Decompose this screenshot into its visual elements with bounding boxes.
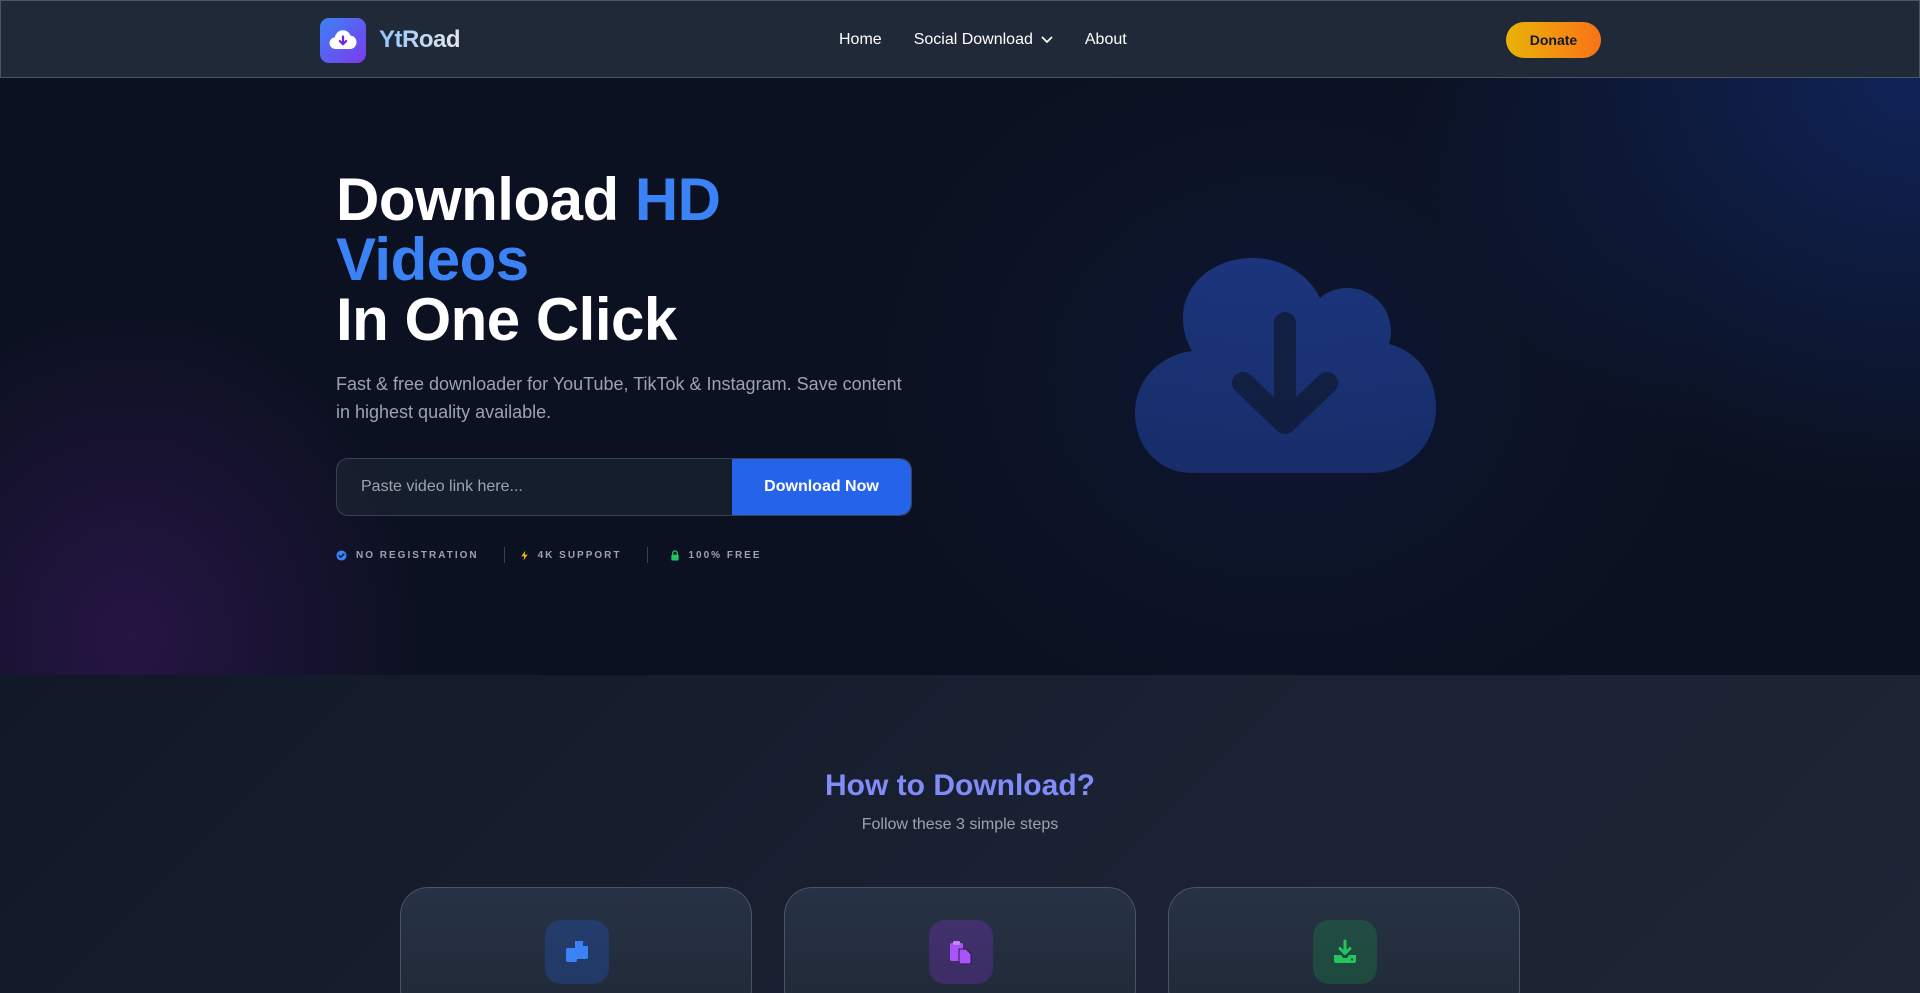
copy-icon [545,920,609,984]
brand[interactable]: YtRoad [320,17,461,63]
hero-title-accent-videos: Videos [336,226,529,293]
hero-title-line-1: Download HD [336,170,936,230]
cloud-download-icon [1135,258,1436,473]
brand-name: YtRoad [379,26,461,53]
feature-no-registration-label: NO REGISTRATION [356,549,479,561]
feature-free-label: 100% FREE [688,549,762,561]
check-circle-icon [336,549,347,561]
how-to-subtitle: Follow these 3 simple steps [861,816,1059,833]
hero-title-line-3: In One Click [336,286,677,353]
video-link-input[interactable] [337,459,732,515]
how-to-section: How to Download? Follow these 3 simple s… [0,675,1920,993]
step-card-paste [784,887,1136,993]
nav-link-social-download[interactable]: Social Download [914,31,1053,49]
feature-4k-support-label: 4K SUPPORT [537,549,622,561]
nav-link-home-label: Home [839,31,882,48]
feature-divider [503,547,505,563]
how-to-title: How to Download? [825,769,1095,802]
chevron-down-icon [1041,36,1053,43]
bolt-icon [520,549,528,561]
step-card-copy [400,887,752,993]
step-card-download [1168,887,1520,993]
hero-subtitle: Fast & free downloader for YouTube, TikT… [336,374,902,422]
feature-4k-support: 4K SUPPORT [520,550,622,561]
hero-title-prefix: Download [336,166,635,233]
paste-icon [929,920,993,984]
feature-badges: NO REGISTRATION 4K SUPPORT 100% FREE [336,547,762,563]
navbar: YtRoad Home Social Download About Donate [0,0,1920,78]
download-now-button[interactable]: Download Now [732,459,911,515]
download-icon [1313,920,1377,984]
nav-link-home[interactable]: Home [839,31,882,49]
donate-button[interactable]: Donate [1506,22,1601,58]
hero-title-accent-hd: HD [634,166,721,233]
cloud-download-icon [320,17,366,63]
lock-icon [670,549,679,561]
feature-no-registration: NO REGISTRATION [336,550,479,561]
nav-link-social-download-label: Social Download [913,31,1033,48]
nav-links: Home Social Download About [839,28,1127,52]
nav-link-about[interactable]: About [1085,31,1127,49]
video-link-form: Download Now [336,458,912,516]
feature-divider [646,547,648,563]
feature-free: 100% FREE [670,550,762,561]
nav-link-about-label: About [1084,31,1127,48]
hero-section: Download HD Videos In One Click Fast & f… [0,78,1920,675]
hero-title: Download HD Videos In One Click [336,170,936,350]
